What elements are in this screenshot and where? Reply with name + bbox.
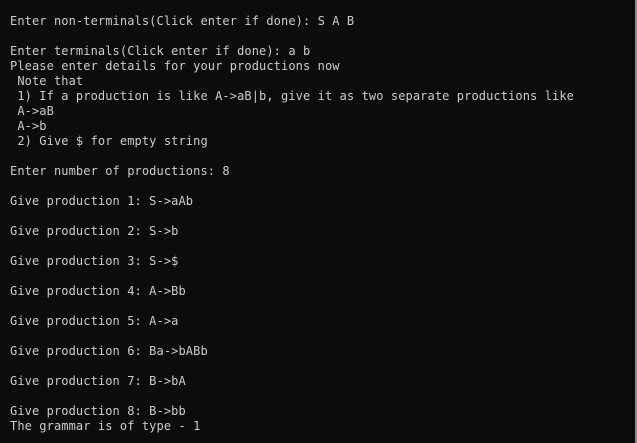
console-line: Give production 6: Ba->bABb xyxy=(10,344,208,358)
console-line: 1) If a production is like A->aB|b, give… xyxy=(10,89,574,103)
console-line: Give production 7: B->bA xyxy=(10,374,186,388)
console-window[interactable]: Enter non-terminals(Click enter if done)… xyxy=(0,0,637,443)
console-line: Give production 8: B->bb xyxy=(10,404,186,418)
console-line: Give production 4: A->Bb xyxy=(10,284,186,298)
console-line: The grammar is of type - 1 xyxy=(10,419,201,433)
console-line: A->b xyxy=(10,119,47,133)
console-line: Please enter details for your production… xyxy=(10,59,340,73)
console-line: Enter terminals(Click enter if done): a … xyxy=(10,44,311,58)
console-line: A->aB xyxy=(10,104,54,118)
console-line: Give production 3: S->$ xyxy=(10,254,179,268)
console-line: Enter number of productions: 8 xyxy=(10,164,230,178)
console-line: Note that xyxy=(10,74,84,88)
console-line: Give production 5: A->a xyxy=(10,314,179,328)
console-line: Give production 2: S->b xyxy=(10,224,179,238)
console-line: Enter non-terminals(Click enter if done)… xyxy=(10,14,355,28)
console-line: 2) Give $ for empty string xyxy=(10,134,208,148)
console-line: Give production 1: S->aAb xyxy=(10,194,194,208)
